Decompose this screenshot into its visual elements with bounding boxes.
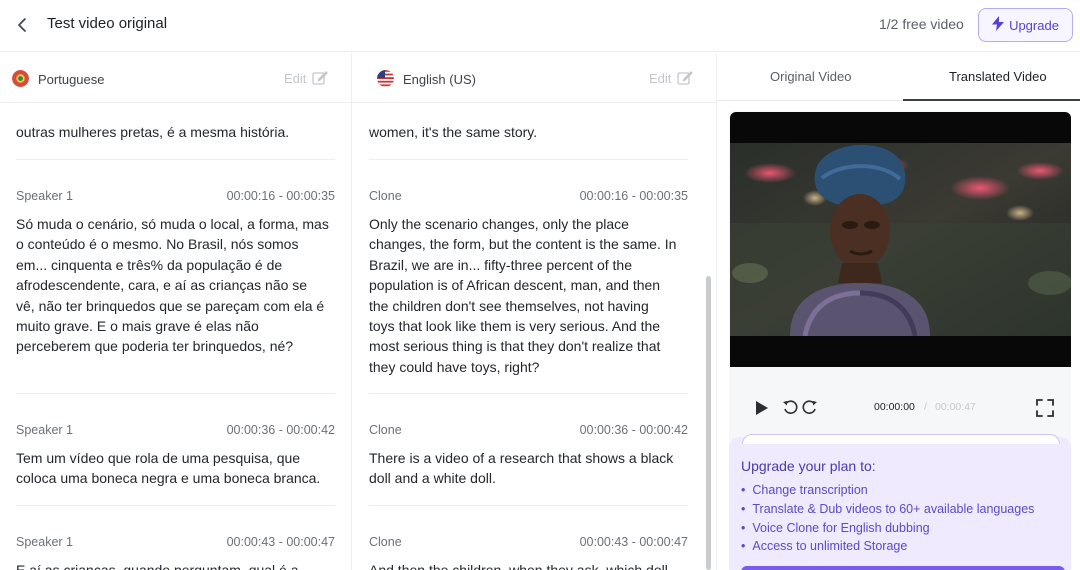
lightning-icon	[992, 16, 1005, 34]
current-time: 00:00:00	[874, 401, 915, 413]
card-input-outline	[742, 434, 1060, 444]
fullscreen-icon[interactable]	[1036, 399, 1054, 417]
time-separator: /	[924, 401, 927, 413]
upgrade-plan-card: Upgrade your plan to: Change transcripti…	[729, 434, 1071, 570]
segment-timestamp: 00:00:16 - 00:00:35	[226, 189, 335, 203]
speaker-label: Clone	[369, 423, 402, 437]
segment-timestamp: 00:00:36 - 00:00:42	[579, 423, 688, 437]
tab-original-video[interactable]: Original Video	[770, 69, 851, 84]
rewind-icon[interactable]	[782, 399, 799, 416]
speaker-label: Speaker 1	[16, 423, 73, 437]
tab-translated-video[interactable]: Translated Video	[949, 69, 1047, 84]
upgrade-button[interactable]: Upgrade	[978, 8, 1073, 42]
free-video-count: 1/2 free video	[879, 16, 964, 32]
edit-label: Edit	[649, 70, 672, 86]
target-language-label: English (US)	[403, 72, 476, 87]
target-language-header: English (US) Edit	[352, 53, 716, 103]
segment-divider	[16, 505, 335, 506]
top-bar: Test video original 1/2 free video Upgra…	[0, 0, 1080, 52]
target-transcript-pane: English (US) Edit women, it's the same s…	[352, 53, 717, 570]
segment-timestamp: 00:00:43 - 00:00:47	[226, 535, 335, 549]
video-player[interactable]	[730, 112, 1071, 367]
segment-text[interactable]: There is a video of a research that show…	[369, 448, 709, 489]
brazil-flag-icon	[12, 70, 29, 87]
segment-text[interactable]: Tem um vídeo que rola de uma pesquisa, q…	[16, 448, 346, 489]
active-tab-indicator	[903, 99, 1080, 101]
segment-divider	[369, 159, 688, 160]
video-preview-pane: Original Video Translated Video 00:00:00…	[717, 53, 1080, 570]
play-icon[interactable]	[755, 400, 769, 416]
segment-text[interactable]: E aí as crianças, quando perguntam, qual…	[16, 560, 346, 570]
transcript-scrollbar[interactable]	[706, 276, 711, 570]
edit-icon	[312, 71, 329, 85]
segment-text[interactable]: And then the children, when they ask, wh…	[369, 560, 709, 570]
segment-divider	[16, 159, 335, 160]
forward-icon[interactable]	[801, 399, 818, 416]
speaker-label: Speaker 1	[16, 535, 73, 549]
video-frame	[730, 143, 1071, 336]
segment-timestamp: 00:00:43 - 00:00:47	[579, 535, 688, 549]
transcript-fragment[interactable]: women, it's the same story.	[369, 122, 704, 142]
segment-divider	[369, 505, 688, 506]
speaker-label: Clone	[369, 535, 402, 549]
edit-label: Edit	[284, 70, 307, 86]
segment-timestamp: 00:00:16 - 00:00:35	[579, 189, 688, 203]
player-controls: 00:00:00 / 00:00:47	[730, 387, 1071, 427]
source-language-label: Portuguese	[38, 72, 105, 87]
list-item: Access to unlimited Storage	[741, 537, 1034, 556]
speaker-label: Speaker 1	[16, 189, 73, 203]
list-item: Translate & Dub videos to 60+ available …	[741, 500, 1034, 519]
segment-timestamp: 00:00:36 - 00:00:42	[226, 423, 335, 437]
page-title: Test video original	[47, 15, 168, 32]
source-edit-button[interactable]: Edit	[284, 70, 329, 86]
edit-icon	[677, 71, 694, 85]
upgrade-plan-button[interactable]	[741, 566, 1065, 570]
speaker-label: Clone	[369, 189, 402, 203]
total-time: 00:00:47	[935, 401, 976, 413]
source-transcript-pane: Portuguese Edit outras mulheres pretas, …	[0, 53, 352, 570]
target-edit-button[interactable]: Edit	[649, 70, 694, 86]
upgrade-card-title: Upgrade your plan to:	[741, 458, 876, 474]
list-item: Voice Clone for English dubbing	[741, 519, 1034, 538]
video-tabs: Original Video Translated Video	[717, 53, 1080, 101]
transcript-fragment[interactable]: outras mulheres pretas, é a mesma histór…	[16, 122, 346, 142]
segment-divider	[16, 393, 335, 394]
back-arrow-icon[interactable]	[12, 14, 32, 36]
segment-text[interactable]: Only the scenario changes, only the plac…	[369, 214, 709, 377]
list-item: Change transcription	[741, 481, 1034, 500]
source-language-header: Portuguese Edit	[0, 53, 351, 103]
upgrade-label: Upgrade	[1009, 17, 1059, 33]
upgrade-feature-list: Change transcription Translate & Dub vid…	[741, 481, 1034, 556]
us-flag-icon	[377, 70, 394, 87]
segment-text[interactable]: Só muda o cenário, só muda o local, a fo…	[16, 214, 346, 357]
segment-divider	[369, 393, 688, 394]
